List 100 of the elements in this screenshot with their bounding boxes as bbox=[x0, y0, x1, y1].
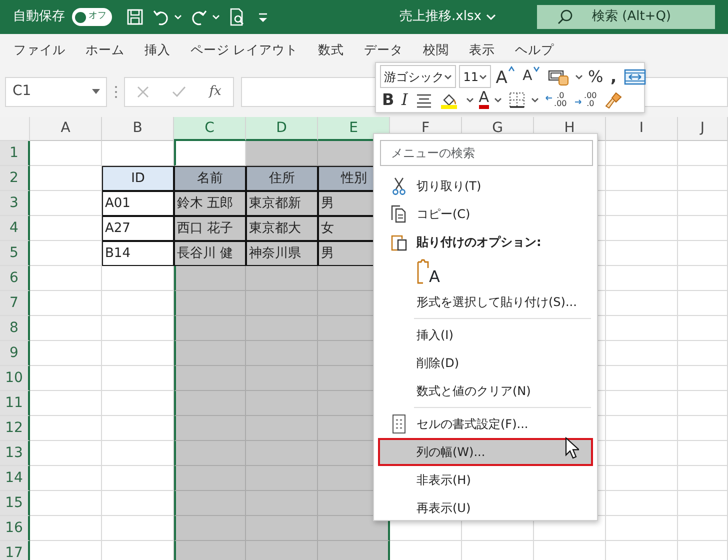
menu-item[interactable]: 削除(D) bbox=[378, 349, 593, 377]
shrink-font-button[interactable]: A bbox=[520, 66, 542, 88]
sheet-cell[interactable] bbox=[246, 266, 318, 291]
font-color-button[interactable]: A bbox=[476, 88, 492, 110]
menu-item[interactable]: セルの書式設定(F)... bbox=[378, 410, 593, 438]
menu-item[interactable]: 数式と値のクリア(N) bbox=[378, 377, 593, 405]
column-header[interactable]: I bbox=[606, 117, 678, 141]
sheet-cell[interactable] bbox=[246, 491, 318, 516]
caret-icon[interactable] bbox=[478, 74, 487, 80]
menu-tab[interactable]: 数式 bbox=[308, 40, 354, 60]
row-header[interactable]: 5 bbox=[0, 241, 30, 266]
row-header[interactable]: 13 bbox=[0, 441, 30, 466]
table-cell: 東京都新 bbox=[246, 191, 318, 216]
menu-tab[interactable]: 表示 bbox=[459, 40, 506, 60]
column-header[interactable]: C bbox=[174, 117, 246, 141]
column-header[interactable]: B bbox=[102, 117, 174, 141]
font-dropdown[interactable]: 11 bbox=[459, 65, 491, 88]
sheet-cell[interactable] bbox=[246, 516, 318, 541]
table-cell: B14 bbox=[102, 241, 174, 266]
sheet-cell[interactable] bbox=[246, 291, 318, 316]
caret-icon[interactable] bbox=[466, 96, 474, 102]
sheet-cell[interactable] bbox=[246, 341, 318, 366]
search-icon bbox=[556, 9, 572, 25]
row-header[interactable]: 14 bbox=[0, 466, 30, 491]
sheet-cell[interactable] bbox=[174, 366, 246, 391]
menu-item[interactable]: 非表示(H) bbox=[378, 466, 593, 494]
row-header[interactable]: 17 bbox=[0, 541, 30, 560]
decrease-decimal-button[interactable]: .00 .0 bbox=[572, 88, 599, 110]
sheet-cell[interactable] bbox=[174, 341, 246, 366]
sheet-cell[interactable] bbox=[174, 291, 246, 316]
sheet-cell[interactable] bbox=[174, 466, 246, 491]
menu-item[interactable]: 挿入(I) bbox=[378, 321, 593, 349]
increase-decimal-button[interactable]: .0 .00 bbox=[542, 88, 569, 110]
menu-item[interactable]: 再表示(U) bbox=[378, 494, 593, 522]
sheet-cell[interactable] bbox=[318, 541, 390, 560]
menu-tab[interactable]: ヘルプ bbox=[505, 40, 564, 60]
column-header[interactable]: J bbox=[678, 117, 728, 141]
caret-icon[interactable] bbox=[494, 96, 502, 102]
menu-tab[interactable]: ホーム bbox=[75, 40, 134, 60]
search-field[interactable]: 検索 (Alt+Q) bbox=[537, 5, 715, 29]
caret-icon[interactable] bbox=[530, 96, 539, 102]
row-header[interactable]: 6 bbox=[0, 266, 30, 291]
sheet-cell[interactable] bbox=[246, 366, 318, 391]
row-header[interactable]: 8 bbox=[0, 316, 30, 341]
menu-tab[interactable]: ページ レイアウト bbox=[180, 40, 308, 60]
row-header[interactable]: 15 bbox=[0, 491, 30, 516]
select-all-corner[interactable] bbox=[0, 117, 30, 141]
menu-tab[interactable]: 挿入 bbox=[134, 40, 180, 60]
caret-icon[interactable] bbox=[574, 74, 583, 80]
sheet-cell[interactable] bbox=[174, 441, 246, 466]
row-header[interactable]: 4 bbox=[0, 216, 30, 241]
save-icon[interactable] bbox=[124, 7, 144, 27]
row-header[interactable]: 10 bbox=[0, 366, 30, 391]
grow-font-button[interactable]: A bbox=[494, 66, 518, 88]
row-header[interactable]: 1 bbox=[0, 141, 30, 166]
caret-icon[interactable] bbox=[444, 74, 452, 80]
sheet-cell[interactable] bbox=[174, 391, 246, 416]
row-header[interactable]: 12 bbox=[0, 416, 30, 441]
row-header[interactable]: 16 bbox=[0, 516, 30, 541]
row-header[interactable]: 7 bbox=[0, 291, 30, 316]
sheet-cell[interactable] bbox=[246, 316, 318, 341]
sheet-cell[interactable] bbox=[174, 266, 246, 291]
sheet-cell[interactable] bbox=[174, 416, 246, 441]
menu-tab[interactable]: 校閲 bbox=[413, 40, 460, 60]
menu-tab[interactable]: データ bbox=[354, 40, 414, 60]
row-header[interactable]: 11 bbox=[0, 391, 30, 416]
sheet-cell[interactable] bbox=[246, 441, 318, 466]
sheet-cell[interactable] bbox=[174, 491, 246, 516]
format-button[interactable]: B bbox=[380, 88, 396, 110]
name-box[interactable]: C1 bbox=[5, 76, 107, 106]
sheet-cell[interactable] bbox=[246, 466, 318, 491]
autosave-toggle[interactable]: オフ bbox=[72, 8, 112, 26]
menu-item[interactable]: 形式を選択して貼り付け(S)... bbox=[378, 288, 593, 316]
sheet-cell[interactable] bbox=[246, 141, 318, 166]
paste-option-button[interactable]: A bbox=[417, 259, 440, 285]
sheet-cell[interactable] bbox=[246, 416, 318, 441]
menu-search-field[interactable]: メニューの検索 bbox=[380, 140, 593, 166]
column-header[interactable]: E bbox=[318, 117, 390, 141]
chevron-down-icon[interactable] bbox=[484, 12, 497, 22]
row-header[interactable]: 2 bbox=[0, 166, 30, 191]
row-header[interactable]: 9 bbox=[0, 341, 30, 366]
menu-tab[interactable]: ファイル bbox=[3, 40, 76, 60]
sheet-cell[interactable] bbox=[174, 541, 246, 560]
format-button[interactable]: % bbox=[586, 66, 606, 88]
font-dropdown[interactable]: 游ゴシック bbox=[380, 65, 456, 88]
enter-icon[interactable] bbox=[172, 86, 186, 98]
more-options-icon[interactable] bbox=[114, 84, 118, 98]
cancel-icon[interactable] bbox=[136, 86, 149, 98]
sheet-cell[interactable] bbox=[246, 541, 318, 560]
format-button[interactable]: I bbox=[399, 88, 410, 110]
row-header[interactable]: 3 bbox=[0, 191, 30, 216]
sheet-cell[interactable] bbox=[318, 516, 390, 541]
sheet-cell[interactable] bbox=[246, 391, 318, 416]
column-header[interactable]: A bbox=[30, 117, 102, 141]
menu-item[interactable]: 列の幅(W)... bbox=[378, 438, 593, 466]
sheet-cell[interactable] bbox=[174, 516, 246, 541]
sheet-cell[interactable] bbox=[174, 316, 246, 341]
format-button[interactable]: , bbox=[608, 66, 619, 88]
column-header[interactable]: D bbox=[246, 117, 318, 141]
insert-function-button[interactable]: fx bbox=[209, 82, 222, 102]
